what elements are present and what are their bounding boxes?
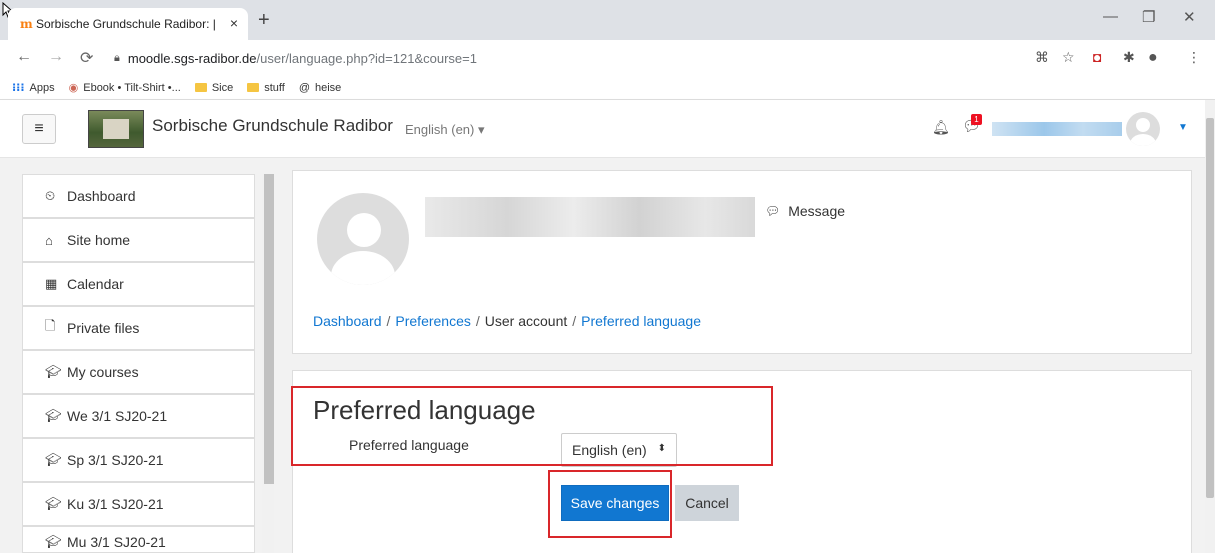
drawer-scrollbar[interactable] [262,174,274,553]
blurred-full-name [425,197,755,237]
browser-toolbar: ← → ⟳ 🔒︎ moodle.sgs-radibor.de/user/lang… [0,40,1215,76]
graduation-cap-icon: 🎓︎ [45,364,62,379]
apps-grid-icon: ⁝⁝⁝ [12,82,25,94]
speech-bubble-icon: 💬︎ [765,204,781,218]
url-path: /user/language.php?id=121&course=1 [256,50,477,66]
nav-drawer: ⏲ Dashboard ⌂ Site home ▦ Calendar 🗋 Private… [22,174,274,553]
sidebar-item-private-files[interactable]: 🗋 Private files [22,306,255,350]
user-avatar[interactable] [1126,112,1160,146]
notification-bell-icon[interactable]: 🔔︎ [932,119,950,136]
bookmark-apps[interactable]: ⁝⁝⁝ Apps [12,81,55,95]
home-icon: ⌂ [45,232,53,248]
sidebar-item-course-mu[interactable]: 🎓︎ Mu 3/1 SJ20-21 [22,526,255,553]
highlight-box-language-field [291,386,773,466]
page-header-card: 💬︎ Message Dashboard / Preferences / User ac… [292,170,1192,354]
message-button[interactable]: 💬︎ Message [765,203,845,219]
bookmark-ebook[interactable]: ◉ Ebook • Tilt-Shirt •... [68,81,181,95]
back-icon[interactable]: ← [16,48,32,66]
breadcrumb-preferences[interactable]: Preferences [395,313,470,329]
drawer-scrollbar-thumb[interactable] [264,174,274,484]
page-scrollbar[interactable] [1205,100,1215,553]
restore-icon[interactable]: ❐ [1142,8,1155,26]
notification-badge: 1 [971,114,982,125]
lock-icon: 🔒︎ [114,51,120,64]
graduation-cap-icon: 🎓︎ [45,534,62,549]
cancel-button[interactable]: Cancel [675,485,739,521]
sidebar-item-course-sp[interactable]: 🎓︎ Sp 3/1 SJ20-21 [22,438,255,482]
url-host: moodle.sgs-radibor.de [127,50,257,66]
browser-tab-strip: m Sorbische Grundschule Radibor: | × + —… [0,0,1215,40]
folder-icon [194,83,207,92]
sidebar-item-course-we[interactable]: 🎓︎ We 3/1 SJ20-21 [22,394,255,438]
breadcrumb-user-account: User account [484,313,568,329]
hamburger-icon: ≡ [34,120,44,137]
calendar-icon: ▦ [45,276,58,291]
moodle-favicon-icon: m [20,17,33,31]
tab-close-icon[interactable]: × [230,15,238,31]
sidebar-item-my-courses[interactable]: 🎓︎ My courses [22,350,255,394]
extensions-puzzle-icon[interactable]: ✱ [1123,49,1135,66]
bookmark-heise[interactable]: @ heise [299,82,341,94]
language-menu[interactable]: English (en) ▾ [405,122,485,138]
sidebar-item-calendar[interactable]: ▦ Calendar [22,262,255,306]
profile-picture[interactable] [317,193,409,285]
folder-icon [247,83,260,92]
breadcrumb-preferred-language[interactable]: Preferred language [581,313,701,329]
profile-icon[interactable]: ● [1148,49,1158,67]
sidebar-item-site-home[interactable]: ⌂ Site home [22,218,255,262]
page-scrollbar-thumb[interactable] [1206,118,1214,498]
breadcrumb: Dashboard / Preferences / User account / Prefe… [313,313,702,329]
graduation-cap-icon: 🎓︎ [45,452,62,467]
highlight-box-save-button [548,470,672,538]
menu-dots-icon[interactable]: ⋮ [1187,49,1201,66]
translate-icon[interactable]: ⌘ [1035,49,1049,66]
bookmarks-bar: ⁝⁝⁝ Apps ◉ Ebook • Tilt-Shirt •... Sice … [0,76,1215,100]
dashboard-icon: ⏲ [45,188,56,203]
reload-icon[interactable]: ⟳ [80,48,93,68]
pocket-extension-icon[interactable]: ◘ [1093,49,1101,65]
user-menu-caret-icon[interactable]: ▼ [1178,122,1188,133]
graduation-cap-icon: 🎓︎ [45,496,62,511]
bookmark-star-icon[interactable]: ☆ [1062,49,1075,66]
heise-favicon-icon: @ [298,81,310,94]
new-tab-button[interactable]: + [258,9,270,32]
site-navbar: ≡ Sorbische Grundschule Radibor English … [0,100,1215,158]
minimize-icon[interactable]: — [1103,8,1118,25]
browser-tab[interactable]: m Sorbische Grundschule Radibor: | × [8,8,248,40]
tab-title: Sorbische Grundschule Radibor: | [36,17,216,31]
graduation-cap-icon: 🎓︎ [45,408,62,423]
forward-icon[interactable]: → [48,48,64,66]
ebook-favicon-icon: ◉ [68,82,79,94]
sidebar-item-course-ku[interactable]: 🎓︎ Ku 3/1 SJ20-21 [22,482,255,526]
sidebar-item-dashboard[interactable]: ⏲ Dashboard [22,174,255,218]
site-logo[interactable] [88,110,144,148]
drawer-toggle-button[interactable]: ≡ [22,114,56,144]
blurred-user-name[interactable] [992,122,1122,136]
breadcrumb-dashboard[interactable]: Dashboard [313,313,382,329]
bookmark-stuff[interactable]: stuff [247,82,285,94]
address-bar[interactable]: 🔒︎ moodle.sgs-radibor.de/user/language.p… [114,45,1014,71]
bookmark-sice[interactable]: Sice [194,82,233,94]
file-icon: 🗋 [45,318,56,333]
window-close-icon[interactable]: ✕ [1183,8,1196,26]
site-name[interactable]: Sorbische Grundschule Radibor [152,116,393,136]
